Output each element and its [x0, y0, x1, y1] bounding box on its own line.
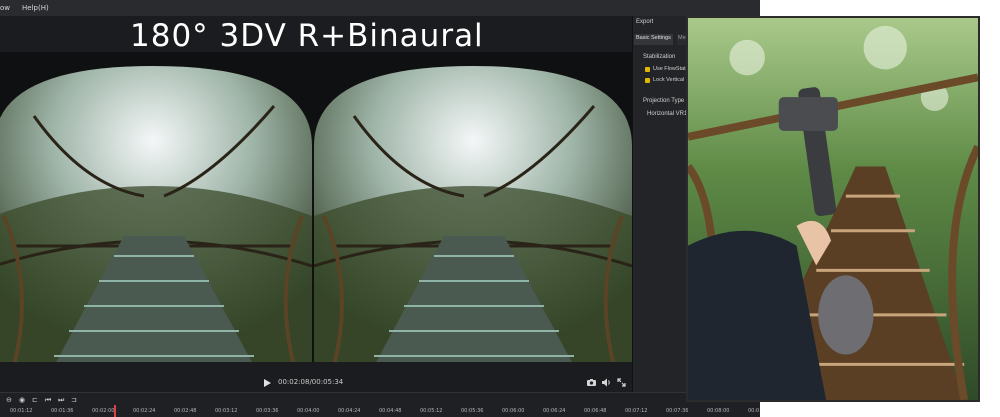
timeline[interactable]: ⊖ ◉ ⊏ ⏮ ⏭ ⊐ 00:01:12 00:01:36 00:02:00 00:0… — [0, 392, 760, 417]
gimbal-photo — [686, 16, 980, 402]
editor-window: ow Help(H) 180° 3DV R+Binaural 00:02:08/… — [0, 0, 760, 417]
lock-vertical-checkbox[interactable] — [645, 78, 650, 83]
headline-overlay: 180° 3DV R+Binaural — [130, 18, 484, 54]
step-back-icon[interactable]: ⏮ — [45, 397, 52, 404]
trim-start-icon[interactable]: ⊏ — [32, 397, 39, 404]
timeline-tick: 00:06:00 — [502, 408, 525, 414]
timeline-tick: 00:02:48 — [174, 408, 197, 414]
timeline-tick: 00:02:00 — [92, 408, 115, 414]
zoom-out-icon[interactable]: ⊖ — [6, 397, 13, 404]
timeline-tick: 00:02:24 — [133, 408, 156, 414]
timeline-tick: 00:04:48 — [379, 408, 402, 414]
volume-icon[interactable] — [601, 377, 612, 388]
timeline-tick: 00:05:12 — [420, 408, 443, 414]
timeline-tick: 00:03:36 — [256, 408, 279, 414]
timeline-tick: 00:0 — [748, 408, 760, 414]
menu-item-window[interactable]: ow — [0, 4, 10, 12]
timeline-tick: 00:08:00 — [707, 408, 730, 414]
export-panel: Export Basic Settings Med Stabilization … — [632, 16, 689, 392]
record-icon[interactable]: ◉ — [19, 397, 26, 404]
projection-heading: Projection Type — [643, 98, 685, 104]
timeline-tick: 00:05:36 — [461, 408, 484, 414]
timeline-tick: 00:07:36 — [666, 408, 689, 414]
timecode: 00:02:08/00:05:34 — [278, 378, 344, 386]
timeline-tick: 00:01:36 — [51, 408, 74, 414]
timeline-tick: 00:03:12 — [215, 408, 238, 414]
vr-preview[interactable] — [0, 52, 632, 362]
right-eye-view — [314, 66, 632, 362]
tab-basic-settings[interactable]: Basic Settings — [634, 34, 673, 45]
timeline-tick: 00:04:00 — [297, 408, 320, 414]
lock-vertical-label: Lock Vertical — [653, 77, 685, 83]
camera-icon[interactable] — [586, 377, 597, 388]
timeline-tick: 00:04:24 — [338, 408, 361, 414]
menu-bar: ow Help(H) — [0, 0, 760, 16]
playback-bar: 00:02:08/00:05:34 — [0, 374, 632, 392]
timeline-tick: 00:06:24 — [543, 408, 566, 414]
play-icon[interactable] — [262, 378, 272, 388]
trim-end-icon[interactable]: ⊐ — [71, 397, 78, 404]
timeline-ruler: 00:01:12 00:01:36 00:02:00 00:02:24 00:02:48… — [0, 408, 760, 417]
export-panel-title: Export — [636, 19, 654, 25]
stabilization-heading: Stabilization — [643, 54, 676, 60]
step-forward-icon[interactable]: ⏭ — [58, 397, 65, 404]
flowstate-checkbox[interactable] — [645, 67, 650, 72]
timeline-tick: 00:07:12 — [625, 408, 648, 414]
fullscreen-icon[interactable] — [616, 377, 627, 388]
left-eye-view — [0, 66, 312, 362]
timeline-tick: 00:06:48 — [584, 408, 607, 414]
timeline-tick: 00:01:12 — [10, 408, 33, 414]
projection-select[interactable]: Horizontal VR1 — [647, 111, 687, 117]
timeline-controls: ⊖ ◉ ⊏ ⏮ ⏭ ⊐ — [6, 395, 78, 405]
flowstate-label: Use FlowStat — [653, 66, 686, 72]
menu-item-help[interactable]: Help(H) — [22, 4, 49, 12]
